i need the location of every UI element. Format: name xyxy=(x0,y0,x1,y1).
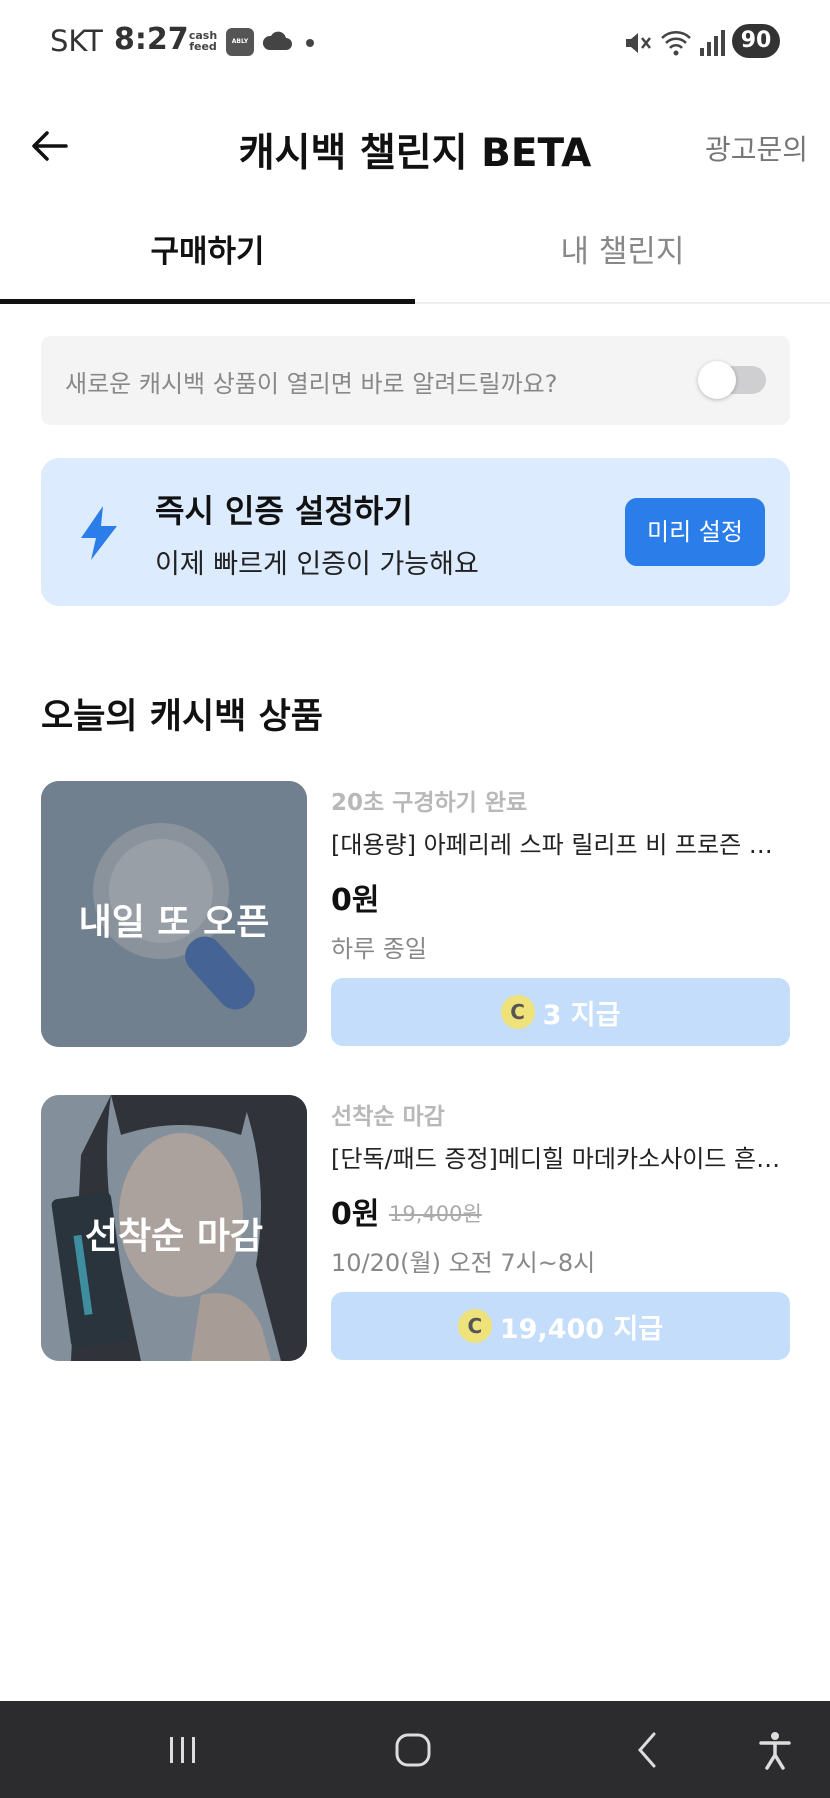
mute-icon xyxy=(622,28,652,62)
wifi-icon xyxy=(660,28,692,62)
auth-card-subtitle: 이제 빠르게 인증이 가능해요 xyxy=(155,549,479,580)
reward-button[interactable]: C 19,400 지급 xyxy=(331,1292,790,1360)
product-schedule: 10/20(월) 오전 7시~8시 xyxy=(331,1249,596,1277)
cash-coin-icon: C xyxy=(457,1309,492,1343)
product-price: 0원 xyxy=(331,1197,380,1232)
product-name: [대용량] 아페리레 스파 릴리프 비 프로즌 빙하… xyxy=(331,831,790,859)
status-bar: SKT 8:27 cash feed ABLY 90 xyxy=(0,0,830,86)
product-info: 선착순 마감 [단독/패드 증정]메디힐 마데카소사이드 흔적 … 0원 19,… xyxy=(331,1095,790,1362)
signal-icon xyxy=(698,28,726,62)
thumbnail-status-label: 선착순 마감 xyxy=(84,1216,264,1257)
cloud-icon xyxy=(261,28,293,58)
reward-button[interactable]: C 3 지급 xyxy=(331,978,790,1046)
recent-apps-icon xyxy=(170,1737,195,1763)
reward-label: 19,400 지급 xyxy=(499,1313,664,1345)
alert-toggle[interactable] xyxy=(698,361,766,399)
clock: 8:27 xyxy=(114,22,189,57)
tab-bar: 구매하기 내 챌린지 xyxy=(0,206,830,304)
system-back-button[interactable] xyxy=(624,1727,670,1773)
accessibility-button[interactable] xyxy=(752,1727,798,1773)
product-price: 0원 xyxy=(331,883,380,918)
instant-auth-card: 즉시 인증 설정하기 이제 빠르게 인증이 가능해요 미리 설정 xyxy=(41,458,790,606)
home-icon xyxy=(395,1733,431,1767)
battery-indicator: 90 xyxy=(732,24,780,58)
thumbnail-status-label: 내일 또 오픈 xyxy=(78,902,270,943)
app-screen: SKT 8:27 cash feed ABLY 90 캐시백 챌린지 BETA … xyxy=(0,0,830,1798)
ably-app-icon: ABLY xyxy=(226,28,254,56)
product-card[interactable]: 내일 또 오픈 20초 구경하기 완료 [대용량] 아페리레 스파 릴리프 비 … xyxy=(41,781,790,1048)
tab-buy[interactable]: 구매하기 xyxy=(0,206,415,304)
lightning-bolt-icon xyxy=(77,504,121,566)
product-name: [단독/패드 증정]메디힐 마데카소사이드 흔적 … xyxy=(331,1145,790,1173)
cash-coin-icon: C xyxy=(500,995,535,1029)
section-title: 오늘의 캐시백 상품 xyxy=(41,697,323,737)
notification-dot-icon xyxy=(306,39,314,47)
app-header: 캐시백 챌린지 BETA 광고문의 xyxy=(0,86,830,206)
chevron-left-icon xyxy=(638,1732,656,1768)
alert-question-text: 새로운 캐시백 상품이 열리면 바로 알려드릴까요? xyxy=(65,370,558,398)
product-thumbnail: 내일 또 오픈 xyxy=(41,781,307,1047)
toggle-knob xyxy=(698,361,736,399)
system-nav-bar xyxy=(0,1701,830,1798)
product-schedule: 하루 종일 xyxy=(331,935,427,963)
product-original-price: 19,400원 xyxy=(389,1202,482,1226)
recent-apps-button[interactable] xyxy=(160,1727,206,1773)
preset-button[interactable]: 미리 설정 xyxy=(625,498,765,566)
reward-label: 3 지급 xyxy=(542,999,621,1031)
product-thumbnail: 선착순 마감 xyxy=(41,1095,307,1361)
ad-inquiry-link[interactable]: 광고문의 xyxy=(705,128,808,168)
product-card[interactable]: 선착순 마감 선착순 마감 [단독/패드 증정]메디힐 마데카소사이드 흔적 …… xyxy=(41,1095,790,1362)
accessibility-icon xyxy=(759,1732,791,1770)
home-button[interactable] xyxy=(390,1727,436,1773)
product-info: 20초 구경하기 완료 [대용량] 아페리레 스파 릴리프 비 프로즌 빙하… … xyxy=(331,781,790,1048)
cashfeed-app-icon: cash feed xyxy=(188,29,218,53)
product-condition: 선착순 마감 xyxy=(331,1104,445,1130)
tab-my-challenge[interactable]: 내 챌린지 xyxy=(415,206,830,304)
new-product-alert-row: 새로운 캐시백 상품이 열리면 바로 알려드릴까요? xyxy=(41,336,790,425)
auth-card-title: 즉시 인증 설정하기 xyxy=(155,492,413,530)
carrier-label: SKT xyxy=(50,24,103,58)
product-condition: 20초 구경하기 완료 xyxy=(331,790,528,816)
